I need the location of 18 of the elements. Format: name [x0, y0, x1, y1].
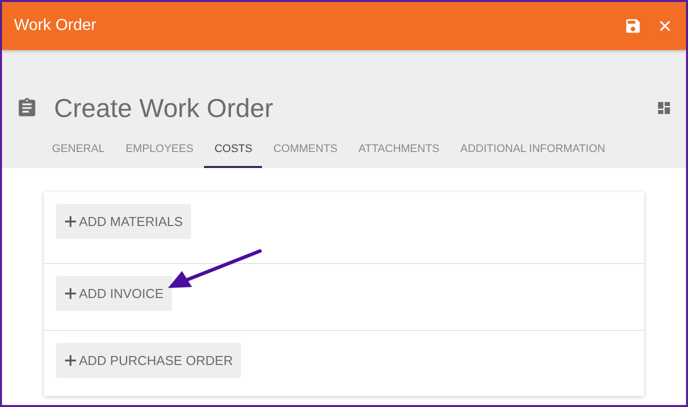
- tab[interactable]: ADDITIONAL INFORMATION: [450, 132, 616, 168]
- save-button[interactable]: [624, 17, 642, 35]
- tab[interactable]: GENERAL: [42, 132, 115, 168]
- plus-icon: [64, 354, 77, 367]
- dashboard-icon[interactable]: [656, 100, 672, 116]
- tab[interactable]: EMPLOYEES: [116, 132, 204, 168]
- page-title: Create Work Order: [54, 92, 274, 124]
- plus-icon: [64, 215, 77, 228]
- tab[interactable]: COMMENTS: [263, 132, 348, 168]
- save-icon: [624, 17, 642, 35]
- window-title: Work Order: [14, 17, 98, 35]
- tab[interactable]: ATTACHMENTS: [348, 132, 450, 168]
- add-button[interactable]: ADD MATERIALS: [56, 204, 191, 239]
- plus-icon: [64, 287, 77, 300]
- add-button[interactable]: ADD INVOICE: [56, 276, 172, 311]
- add-button[interactable]: ADD PURCHASE ORDER: [56, 343, 241, 378]
- clipboard-icon: [16, 97, 38, 119]
- tab[interactable]: COSTS: [204, 132, 262, 168]
